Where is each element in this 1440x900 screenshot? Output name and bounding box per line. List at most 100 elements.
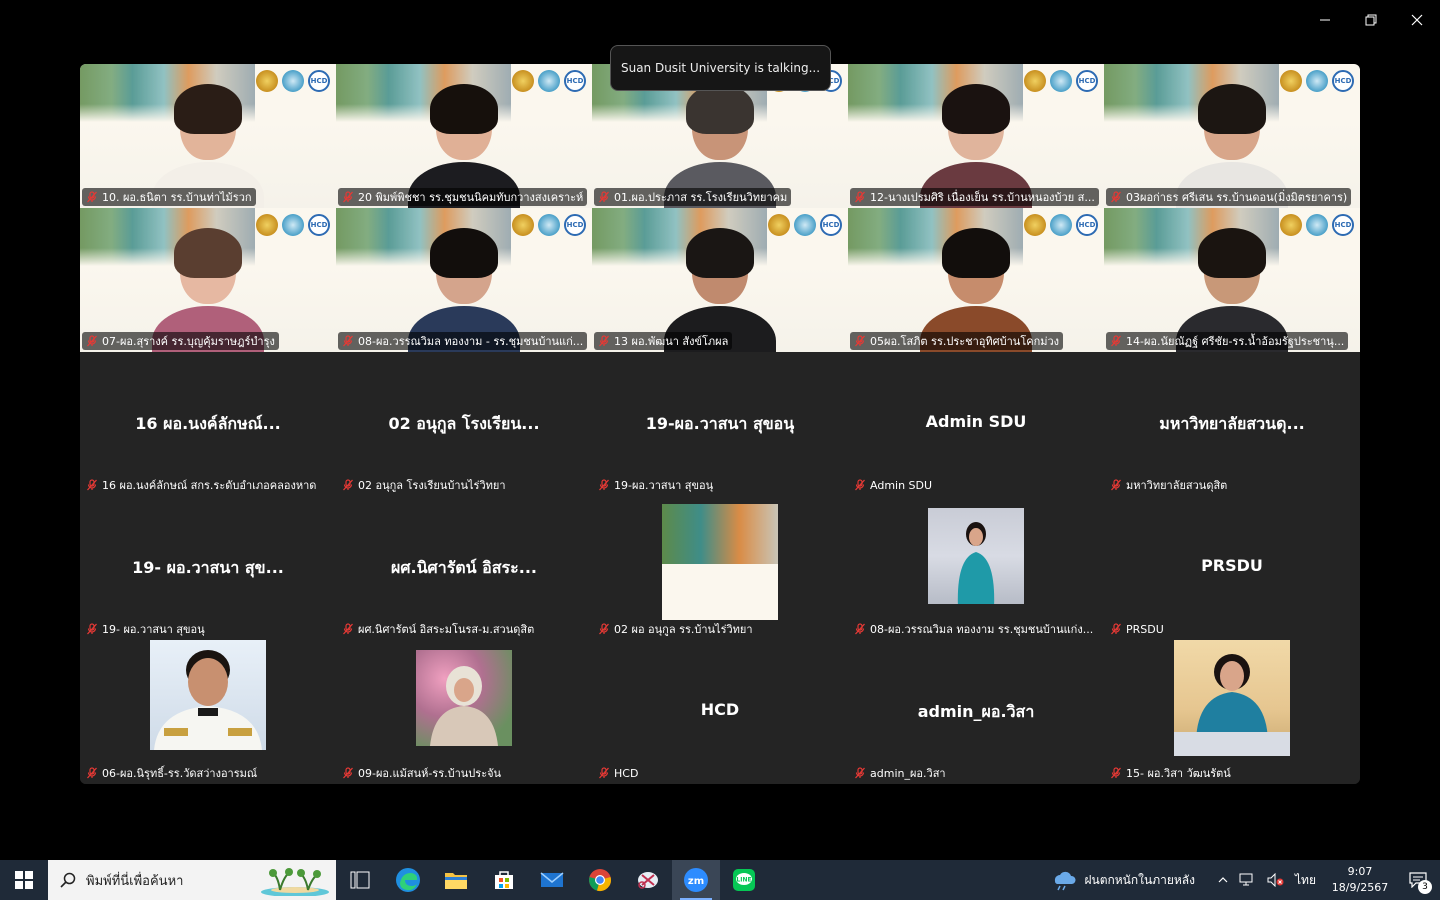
speaker-muted-icon[interactable] — [1267, 873, 1285, 887]
edge-taskbar-button[interactable] — [384, 860, 432, 900]
participant-name-label: 14-ผอ.นัยณัฏฐ์ ศรีชัย-รร.น้ำอ้อมรัฐประชา… — [1106, 332, 1349, 350]
taskbar-search-box[interactable]: พิมพ์ที่นี่เพื่อค้นหา — [48, 860, 336, 900]
participant-tile[interactable]: PRSDU PRSDU — [1104, 496, 1360, 640]
video-feed: HCD — [848, 64, 1104, 208]
participant-tile[interactable]: 19- ผอ.วาสนา สุข... 19- ผอ.วาสนา สุขอนุ — [80, 496, 336, 640]
participant-video-tile[interactable]: HCD 13 ผอ.พัฒนา สังข์โภผล — [592, 208, 848, 352]
notification-center-button[interactable]: 3 — [1396, 872, 1440, 894]
weather-widget[interactable]: ฝนตกหนักในภายหลัง — [1038, 869, 1209, 891]
participant-video-tile[interactable]: HCD 07-ผอ.สุรางค์ รร.บุญคุ้มราษฎร์บำรุง — [80, 208, 336, 352]
participant-tile[interactable]: HCD HCD — [592, 640, 848, 784]
participant-name-label: ผศ.นิศารัตน์ อิสระมโนรส-ม.สวนดุสิต — [338, 620, 538, 638]
hcd-logo-icon: HCD — [1076, 214, 1098, 236]
mic-muted-icon — [1111, 767, 1121, 779]
network-icon[interactable] — [1239, 873, 1257, 887]
participant-name-text: 08-ผอ.วรรณวิมล ทองงาม - รร.ชุมชนบ้านแก่.… — [358, 335, 584, 348]
person-hair — [1198, 84, 1266, 134]
weather-text: ฝนตกหนักในภายหลัง — [1084, 872, 1196, 887]
participant-name-label: 02 อนุกูล โรงเรียนบ้านไร่วิทยา — [338, 476, 510, 494]
participant-video-tile[interactable]: HCD 05ผอ.โสภิต รร.ประชาอุทิศบ้านโคกม่วง — [848, 208, 1104, 352]
participant-name-label: 08-ผอ.วรรณวิมล ทองงาม รร.ชุมชนบ้านแก่ง..… — [850, 620, 1097, 638]
participant-tile[interactable]: ผศ.นิศารัตน์ อิสระ... ผศ.นิศารัตน์ อิสระม… — [336, 496, 592, 640]
person-photo — [957, 522, 995, 604]
participant-name-text: 15- ผอ.วิสา วัฒนรัตน์ — [1126, 767, 1231, 780]
participant-name-text: Admin SDU — [870, 478, 933, 492]
file-explorer-button[interactable] — [432, 860, 480, 900]
participant-name-label: Admin SDU — [850, 476, 936, 494]
participant-video-tile[interactable]: HCD 20 พิมพ์พิชชา รร.ชุมชนนิคมทับกวางสงเ… — [336, 64, 592, 208]
video-feed: HCD — [80, 64, 336, 208]
participant-name-text: 19- ผอ.วาสนา สุขอนุ — [102, 623, 205, 636]
participant-tile[interactable]: Admin SDU Admin SDU — [848, 352, 1104, 496]
participant-name-label: admin_ผอ.วิสา — [850, 764, 950, 782]
participant-name-text: 16 ผอ.นงค์ลักษณ์ สกร.ระดับอำเภอคลองหาด — [102, 479, 317, 492]
profile-picture — [416, 650, 512, 746]
participant-video-tile[interactable]: HCD 08-ผอ.วรรณวิมล ทองงาม - รร.ชุมชนบ้าน… — [336, 208, 592, 352]
participant-tile[interactable]: 16 ผอ.นงค์ลักษณ์... 16 ผอ.นงค์ลักษณ์ สกร.… — [80, 352, 336, 496]
minimize-icon — [1320, 19, 1330, 21]
participant-name-label: 19- ผอ.วาสนา สุขอนุ — [82, 620, 209, 638]
snipping-tool-button[interactable] — [624, 860, 672, 900]
participant-name-label: 07-ผอ.สุรางค์ รร.บุญคุ้มราษฎร์บำรุง — [82, 332, 279, 350]
profile-picture — [928, 508, 1024, 604]
chrome-button[interactable] — [576, 860, 624, 900]
participant-name-label: 05ผอ.โสภิต รร.ประชาอุทิศบ้านโคกม่วง — [850, 332, 1064, 350]
video-feed: HCD — [848, 208, 1104, 352]
task-view-icon — [350, 871, 370, 889]
participant-name-label: 20 พิมพ์พิชชา รร.ชุมชนนิคมทับกวางสงเคราะ… — [338, 188, 588, 206]
organization-logo-icon — [1306, 70, 1328, 92]
clock-time: 9:07 — [1347, 865, 1373, 878]
participant-video-tile[interactable]: HCD 14-ผอ.นัยณัฏฐ์ ศรีชัย-รร.น้ำอ้อมรัฐป… — [1104, 208, 1360, 352]
video-feed: HCD — [336, 208, 592, 352]
profile-picture — [150, 640, 266, 750]
active-speaker-notice: Suan Dusit University is talking... — [610, 45, 831, 91]
participant-tile[interactable]: admin_ผอ.วิสา admin_ผอ.วิสา — [848, 640, 1104, 784]
participant-tile[interactable]: 19-ผอ.วาสนา สุขอนุ 19-ผอ.วาสนา สุขอนุ — [592, 352, 848, 496]
mic-muted-icon — [87, 335, 97, 347]
participant-tile[interactable]: 02 ผอ อนุกูล รร.บ้านไร่วิทยา — [592, 496, 848, 640]
profile-picture — [1174, 640, 1290, 756]
mic-muted-icon — [855, 479, 865, 491]
person-hair — [174, 228, 242, 278]
participant-display-name: 02 อนุกูล โรงเรียน... — [388, 414, 540, 433]
participant-tile[interactable]: 15- ผอ.วิสา วัฒนรัตน์ — [1104, 640, 1360, 784]
participant-display-name: 19- ผอ.วาสนา สุข... — [132, 558, 284, 577]
participant-display-name: 16 ผอ.นงค์ลักษณ์... — [135, 414, 281, 433]
participant-video-tile[interactable]: HCD 12-นางเปรมศิริ เนื่องเย็น รร.บ้านหนอ… — [848, 64, 1104, 208]
organization-logo-icon — [538, 70, 560, 92]
mic-muted-icon — [1111, 335, 1121, 347]
zoom-taskbar-button[interactable]: zm — [672, 860, 720, 900]
mic-muted-icon — [599, 191, 609, 203]
participant-tile[interactable]: 02 อนุกูล โรงเรียน... 02 อนุกูล โรงเรียนบ… — [336, 352, 592, 496]
person-hair — [1198, 228, 1266, 278]
minimize-button[interactable] — [1302, 0, 1348, 40]
participant-name-text: 13 ผอ.พัฒนา สังข์โภผล — [614, 335, 729, 348]
edge-browser-icon — [396, 868, 420, 892]
task-view-button[interactable] — [336, 860, 384, 900]
participant-video-tile[interactable]: HCD 10. ผอ.ธนิตา รร.บ้านท่าไม้รวก — [80, 64, 336, 208]
participant-video-tile[interactable]: HCD 03ผอก่าธร ศรีเสน รร.บ้านดอน(มิ่งมิตร… — [1104, 64, 1360, 208]
start-button[interactable] — [0, 860, 48, 900]
participant-tile[interactable]: 09-ผอ.แม้สนห์-รร.บ้านประจัน — [336, 640, 592, 784]
line-app-button[interactable]: LINE — [720, 860, 768, 900]
microsoft-store-button[interactable] — [480, 860, 528, 900]
mail-button[interactable] — [528, 860, 576, 900]
close-button[interactable] — [1394, 0, 1440, 40]
participant-name-label: 16 ผอ.นงค์ลักษณ์ สกร.ระดับอำเภอคลองหาด — [82, 476, 320, 494]
participant-name-text: 10. ผอ.ธนิตา รร.บ้านท่าไม้รวก — [102, 191, 252, 204]
chevron-up-icon[interactable] — [1217, 874, 1229, 886]
participant-tile[interactable]: 06-ผอ.นิรุทธิ์-รร.วัดสว่างอารมณ์ — [80, 640, 336, 784]
taskbar-clock[interactable]: 9:07 18/9/2567 — [1324, 864, 1396, 896]
mic-muted-icon — [1111, 191, 1121, 203]
tray-icons: ไทย — [1209, 871, 1324, 890]
participant-name-text: 02 ผอ อนุกูล รร.บ้านไร่วิทยา — [614, 623, 753, 636]
participant-display-name: ผศ.นิศารัตน์ อิสระ... — [391, 558, 537, 577]
mic-muted-icon — [599, 479, 609, 491]
participant-tile[interactable]: มหาวิทยาลัยสวนดุ... มหาวิทยาลัยสวนดุสิต — [1104, 352, 1360, 496]
mic-muted-icon — [343, 479, 353, 491]
mic-muted-icon — [855, 191, 865, 203]
restore-button[interactable] — [1348, 0, 1394, 40]
participant-tile[interactable]: 08-ผอ.วรรณวิมล ทองงาม รร.ชุมชนบ้านแก่ง..… — [848, 496, 1104, 640]
input-language-indicator[interactable]: ไทย — [1295, 871, 1316, 890]
participant-name-text: 05ผอ.โสภิต รร.ประชาอุทิศบ้านโคกม่วง — [870, 335, 1060, 348]
